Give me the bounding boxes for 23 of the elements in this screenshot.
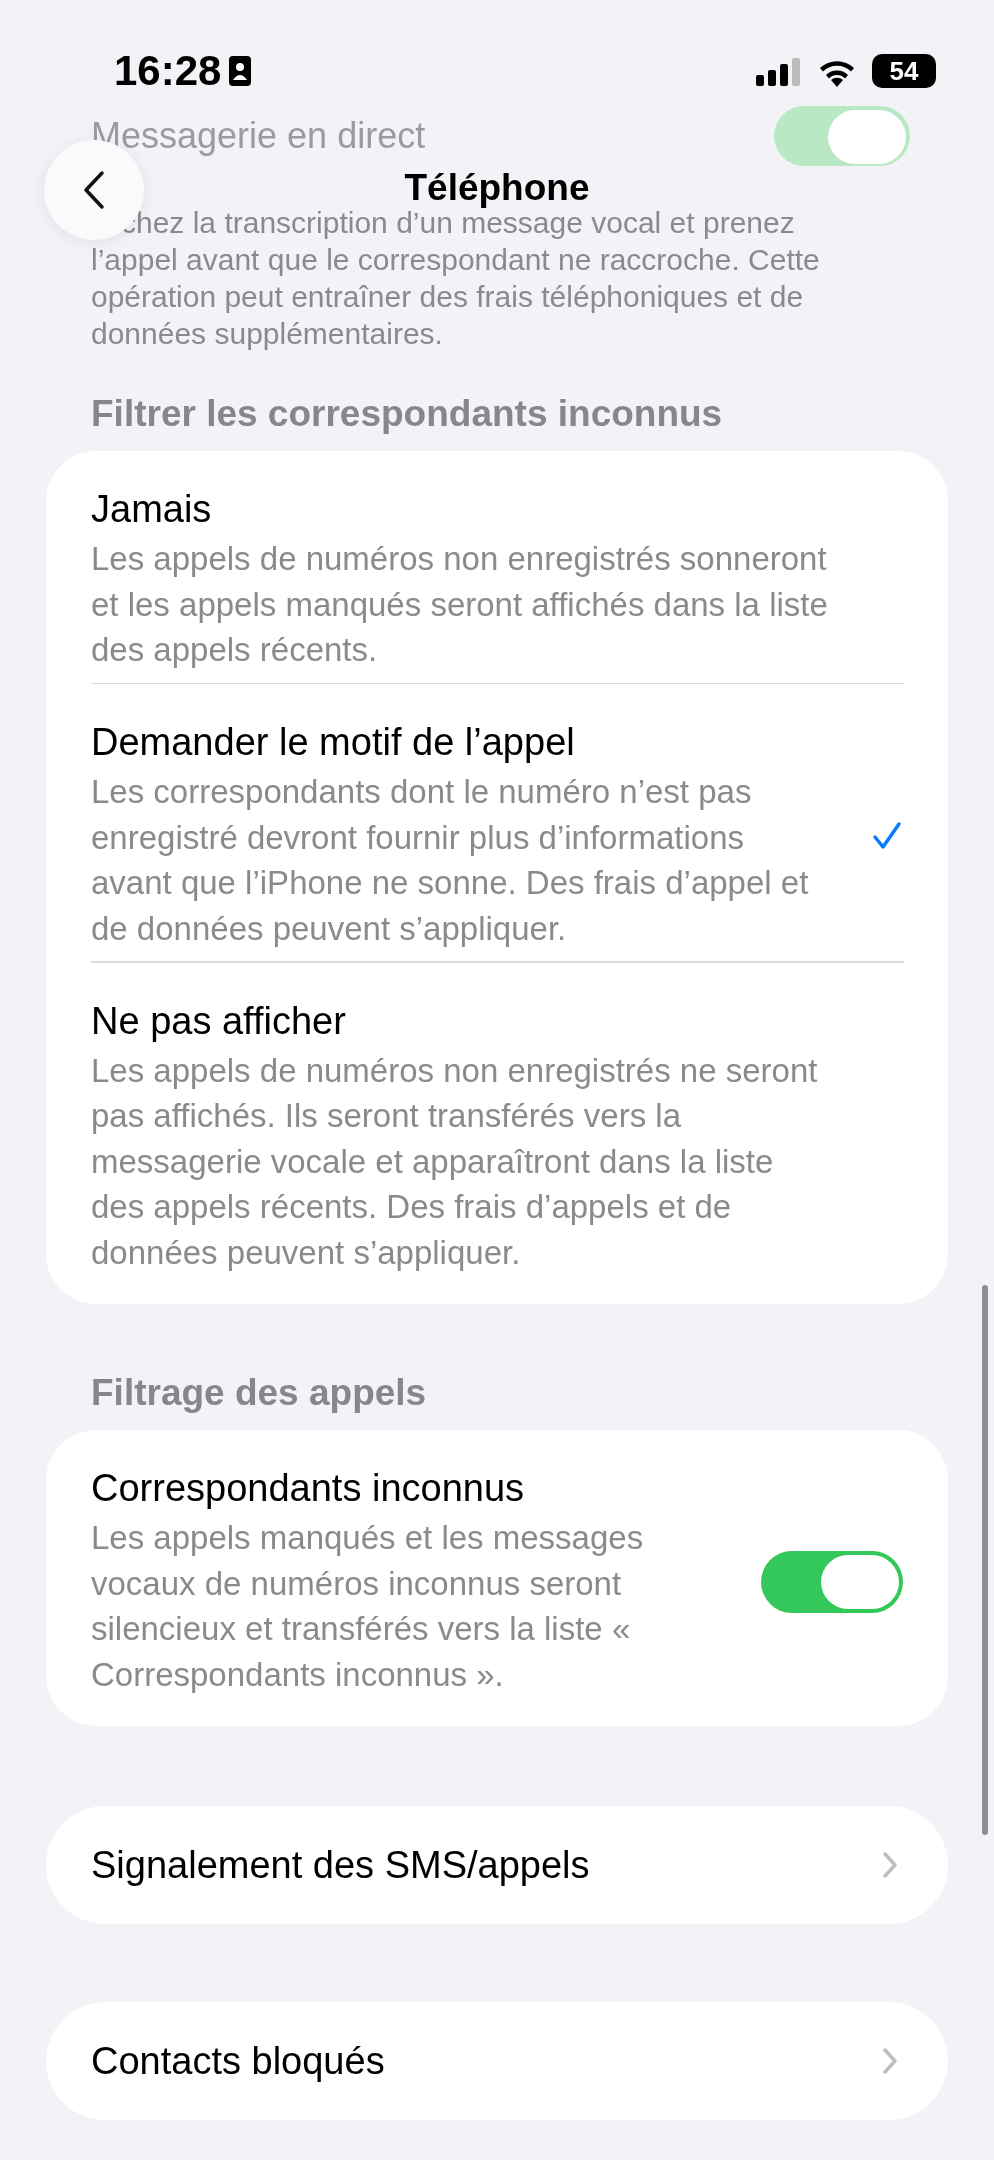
section-header: Filtrer les correspondants inconnus (91, 392, 724, 435)
back-icon (83, 170, 105, 210)
setting-description: Les appels manqués et les messages vocaux de numéros inconnus seront silencieux et transférés vers la liste « Correspondants inconnus ». (91, 1518, 645, 1695)
option-description: Les appels de numéros non enregistrés ne seront pas affichés. Ils seront transférés vers la messagerie vocale et apparaîtront dans la liste des appels récents. Des frais d’appels et de données peuvent s’appliquer. (91, 1050, 819, 1273)
settings-link-row[interactable]: Signalement des SMS/appels (46, 1806, 948, 1924)
option-description: Les correspondants dont le numéro n’est pas enregistré devront fournir plus d’informations avant que l’iPhone ne sonne. Des frais d’appel et de données peuvent s’appliquer. (91, 772, 810, 949)
battery-icon: 54 (872, 54, 936, 88)
chevron-icon (882, 1851, 898, 1879)
setting-label: Messagerie en direct (91, 115, 426, 157)
setting-title: Correspondants inconnus (91, 1466, 526, 1510)
chevron-icon (882, 2047, 898, 2075)
option-description: Les appels de numéros non enregistrés sonneront et les appels manqués seront affichés dans la liste des appels récents. (91, 539, 829, 670)
settings-link-row[interactable]: Contacts bloqués (46, 2002, 948, 2120)
contact-card-icon (229, 56, 252, 86)
toggle-switch[interactable] (774, 106, 910, 166)
status-time: 16:28 (114, 47, 222, 95)
option-title: Ne pas afficher (91, 998, 347, 1043)
page-title: Téléphone (403, 168, 591, 208)
signal-icon (756, 56, 802, 86)
option-title: Jamais (91, 487, 213, 531)
option-row[interactable]: Jamais Les appels de numéros non enregistrés sonneront et les appels manqués seront affichés dans la liste des appels récents. (46, 451, 948, 683)
section-header: Filtrage des appels (91, 1371, 428, 1414)
option-title: Demander le motif de l’appel (91, 720, 576, 764)
